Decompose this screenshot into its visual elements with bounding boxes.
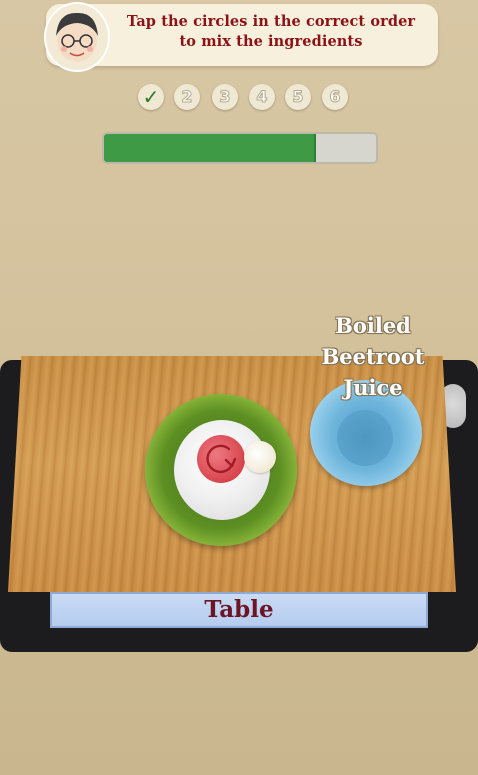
grandma-avatar-icon bbox=[44, 2, 110, 72]
ingredient-label: Boiled Beetroot Juice bbox=[300, 310, 446, 403]
ingredient-line-3: Juice bbox=[343, 375, 403, 400]
ingredient-line-2: Beetroot bbox=[321, 344, 425, 369]
ingredient-line-1: Boiled bbox=[335, 313, 411, 338]
rotate-arrow-icon bbox=[206, 444, 237, 474]
step-4: 4 bbox=[249, 84, 275, 110]
step-1-check-icon: ✓ bbox=[138, 84, 164, 110]
step-6: 6 bbox=[322, 84, 348, 110]
instruction-text: Tap the circles in the correct order to … bbox=[104, 12, 438, 52]
progress-bar bbox=[102, 132, 378, 164]
tap-target-circle[interactable] bbox=[244, 441, 276, 473]
step-5: 5 bbox=[285, 84, 311, 110]
instruction-line-2: to mix the ingredients bbox=[179, 33, 363, 50]
table-label: Table bbox=[204, 596, 274, 623]
step-2: 2 bbox=[174, 84, 200, 110]
ingredient-bowl-inner bbox=[337, 410, 393, 466]
instruction-line-1: Tap the circles in the correct order bbox=[126, 13, 416, 30]
step-3: 3 bbox=[212, 84, 238, 110]
progress-bar-fill bbox=[104, 134, 317, 162]
